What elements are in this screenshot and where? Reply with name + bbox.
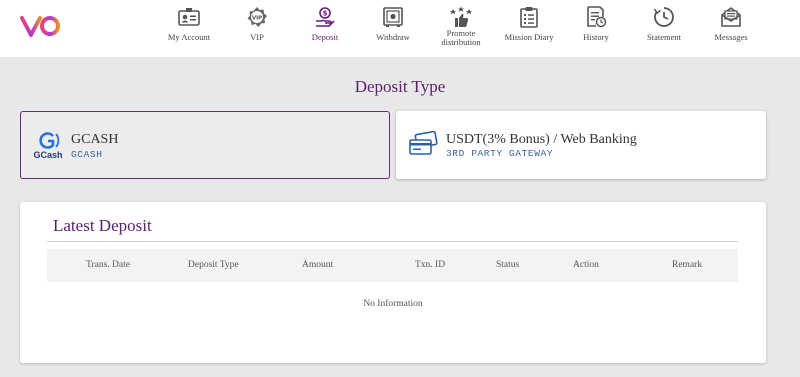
top-header: My Account VIP VIP $ Deposit Withdraw Pr… (0, 0, 800, 57)
column-header-action: Action (573, 260, 599, 270)
document-clock-icon (587, 6, 607, 28)
latest-deposit-panel: Latest Deposit Trans. Date Deposit Type … (20, 202, 766, 363)
empty-state-text: No Information (363, 299, 423, 309)
nav-label: Mission Diary (504, 32, 554, 42)
nav-label: Messages (714, 32, 748, 42)
deposit-option-subtitle: 3RD PARTY GATEWAY (446, 148, 554, 159)
nav-label: History (583, 32, 609, 42)
deposit-option-usdt-web-banking[interactable]: USDT(3% Bonus) / Web Banking 3RD PARTY G… (396, 111, 766, 179)
nav-statement[interactable]: Statement (628, 4, 700, 54)
envelope-icon (721, 7, 741, 27)
clock-icon (653, 7, 674, 27)
nav-vip[interactable]: VIP VIP (221, 4, 293, 54)
gcash-g-icon (39, 132, 60, 149)
nav-label: Promote distribution (441, 28, 481, 47)
nav-promote-distribution[interactable]: Promote distribution (425, 4, 497, 54)
clipboard-icon (520, 7, 538, 28)
nav-history[interactable]: History (560, 4, 632, 54)
column-header-remark: Remark (672, 260, 703, 270)
nav-label: Deposit (311, 32, 339, 42)
gcash-logo: GCash (31, 131, 65, 161)
column-header-trans-date: Trans. Date (86, 260, 130, 270)
thumbs-up-stars-icon (450, 6, 472, 27)
vip-badge-icon: VIP (247, 7, 267, 27)
deposit-option-title: USDT(3% Bonus) / Web Banking (446, 132, 637, 147)
deposit-hand-coin-icon: $ (316, 7, 335, 27)
deposit-type-title: Deposit Type (354, 77, 446, 96)
nav-label: Statement (647, 32, 681, 42)
svg-text:$: $ (323, 10, 328, 18)
nav-mission-diary[interactable]: Mission Diary (493, 4, 565, 54)
deposit-option-subtitle: GCASH (71, 149, 103, 160)
safe-icon (383, 7, 403, 27)
nav-messages[interactable]: Messages (695, 4, 767, 54)
id-card-icon (178, 8, 200, 26)
nav-my-account[interactable]: My Account (153, 4, 225, 54)
brand-logo[interactable] (20, 13, 62, 39)
nav-deposit[interactable]: $ Deposit (289, 4, 361, 54)
divider (47, 241, 738, 242)
column-header-status: Status (496, 260, 520, 270)
table-header: Trans. Date Deposit Type Amount Txn. ID … (47, 249, 738, 282)
svg-text:VIP: VIP (252, 15, 262, 21)
nav-label: VIP (250, 32, 264, 42)
column-header-amount: Amount (302, 260, 334, 270)
nav-label: My Account (167, 32, 211, 42)
deposit-option-gcash[interactable]: GCash GCASH GCASH (20, 111, 390, 179)
latest-deposit-title: Latest Deposit (53, 216, 152, 235)
column-header-deposit-type: Deposit Type (188, 260, 239, 270)
gcash-logo-text: GCash (33, 150, 63, 160)
deposit-option-title: GCASH (71, 132, 119, 147)
nav-label: Withdraw (376, 32, 410, 42)
nav-withdraw[interactable]: Withdraw (357, 4, 429, 54)
column-header-txn-id: Txn. ID (415, 260, 446, 270)
credit-cards-icon (409, 131, 438, 155)
